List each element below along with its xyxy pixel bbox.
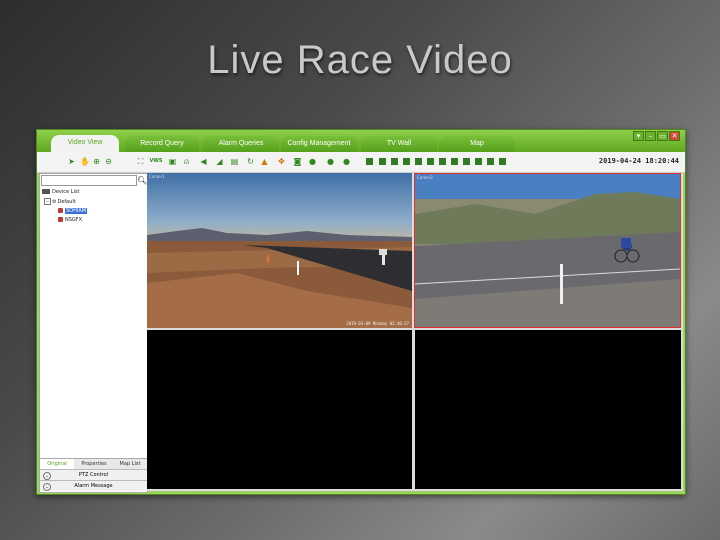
- layout-36-icon[interactable]: [487, 158, 494, 165]
- pointer-icon[interactable]: ➤: [67, 157, 76, 166]
- maximize-icon[interactable]: ▭: [657, 131, 668, 141]
- clock-icon[interactable]: ●: [342, 157, 351, 166]
- microphone-icon[interactable]: ⍝: [182, 157, 191, 166]
- alarm-message-section[interactable]: ⌄ Alarm Message: [40, 480, 147, 491]
- layout-8-icon[interactable]: [403, 158, 410, 165]
- tree-root[interactable]: Device List: [42, 189, 79, 196]
- stop-icon[interactable]: ◙: [293, 157, 302, 166]
- tab-alarm-queries[interactable]: Alarm Queries: [203, 136, 279, 152]
- tab-original[interactable]: Original: [40, 459, 74, 469]
- fullscreen-icon[interactable]: ⛶: [136, 157, 145, 166]
- pane-osd-timestamp: 2019-03-09 Monday 02:40:37: [346, 321, 409, 326]
- layout-10-icon[interactable]: [427, 158, 434, 165]
- broadcast-icon[interactable]: ◢: [215, 157, 224, 166]
- tab-record-query[interactable]: Record Query: [125, 136, 199, 152]
- layout-4-icon[interactable]: [379, 158, 386, 165]
- datetime-display: 2019-04-24 18:20:44: [598, 157, 679, 165]
- speaker-icon[interactable]: ◀: [199, 157, 208, 166]
- tree-device[interactable]: NSGFX: [58, 217, 82, 224]
- tab-properties[interactable]: Properties: [76, 459, 112, 469]
- pane-label: Camer2: [417, 175, 433, 180]
- group-icon: ⚙: [52, 199, 57, 205]
- camera-icon: [58, 208, 63, 213]
- tree-group[interactable]: − ⚙Default: [44, 198, 76, 205]
- video-pane-1[interactable]: Camer1 2019-03-09 Monday 02:40:37: [147, 173, 412, 328]
- tab-map[interactable]: Map: [439, 136, 515, 152]
- layout-64-icon[interactable]: [499, 158, 506, 165]
- tab-tv-wall[interactable]: TV Wall: [361, 136, 437, 152]
- minimize-icon[interactable]: –: [645, 131, 656, 141]
- snapshot-icon[interactable]: ▣: [168, 157, 177, 166]
- tab-config-management[interactable]: Config Management: [281, 136, 357, 152]
- device-list-icon: [42, 189, 50, 194]
- layout-25-icon[interactable]: [475, 158, 482, 165]
- toolbar: ➤ ✋ ⊕ ⊖ ⛶ VWS ▣ ⍝ ◀ ◢ ▤ ↻ ▲ ✥ ◙ ● ● ● 20…: [37, 152, 685, 173]
- zoom-in-icon[interactable]: ⊕: [92, 157, 101, 166]
- layout-20-icon[interactable]: [463, 158, 470, 165]
- camera-icon: [58, 217, 63, 222]
- video-frame-2: [415, 174, 680, 327]
- play-icon[interactable]: ●: [308, 157, 317, 166]
- close-icon[interactable]: ✕: [669, 131, 680, 141]
- menu-control-icon[interactable]: ▾: [633, 131, 644, 141]
- record-icon[interactable]: ▤: [230, 157, 239, 166]
- tab-video-view[interactable]: Video View: [51, 135, 119, 152]
- tab-map-list[interactable]: Map List: [113, 459, 147, 469]
- vms-window: Video View Record Query Alarm Queries Co…: [36, 129, 686, 495]
- slide-title: Live Race Video: [207, 38, 513, 82]
- layout-1-icon[interactable]: [366, 158, 373, 165]
- refresh-icon[interactable]: ↻: [246, 157, 255, 166]
- video-pane-3[interactable]: [147, 330, 412, 489]
- collapse-icon[interactable]: −: [44, 198, 51, 205]
- pane-label: Camer1: [149, 174, 165, 179]
- pause-icon[interactable]: ●: [326, 157, 335, 166]
- layout-9-icon[interactable]: [415, 158, 422, 165]
- video-frame-1: [147, 173, 412, 328]
- search-input[interactable]: [41, 175, 137, 186]
- zoom-out-icon[interactable]: ⊖: [104, 157, 113, 166]
- hand-icon[interactable]: ✋: [80, 157, 90, 166]
- fit-icon[interactable]: ✥: [277, 157, 286, 166]
- layout-16-icon[interactable]: [451, 158, 458, 165]
- ptz-control-section[interactable]: ⌄ PTZ Control: [40, 469, 147, 480]
- layout-13-icon[interactable]: [439, 158, 446, 165]
- vws-icon[interactable]: VWS: [149, 157, 163, 166]
- video-pane-2[interactable]: Camer2: [414, 173, 681, 328]
- video-grid: Camer1 2019-03-09 Monday 02:40:37 Camer2: [147, 173, 683, 491]
- search-icon[interactable]: 🔍︎: [137, 175, 147, 186]
- video-pane-4[interactable]: [415, 330, 681, 489]
- alarm-icon[interactable]: ▲: [260, 157, 269, 166]
- device-panel: 🔍︎ Device List − ⚙Default SOHIAM NSGFX Or…: [39, 173, 148, 493]
- tree-device[interactable]: SOHIAM: [58, 208, 88, 215]
- layout-6-icon[interactable]: [391, 158, 398, 165]
- panel-tabs: Original Properties Map List: [40, 458, 147, 469]
- tab-bar: Video View Record Query Alarm Queries Co…: [37, 130, 685, 152]
